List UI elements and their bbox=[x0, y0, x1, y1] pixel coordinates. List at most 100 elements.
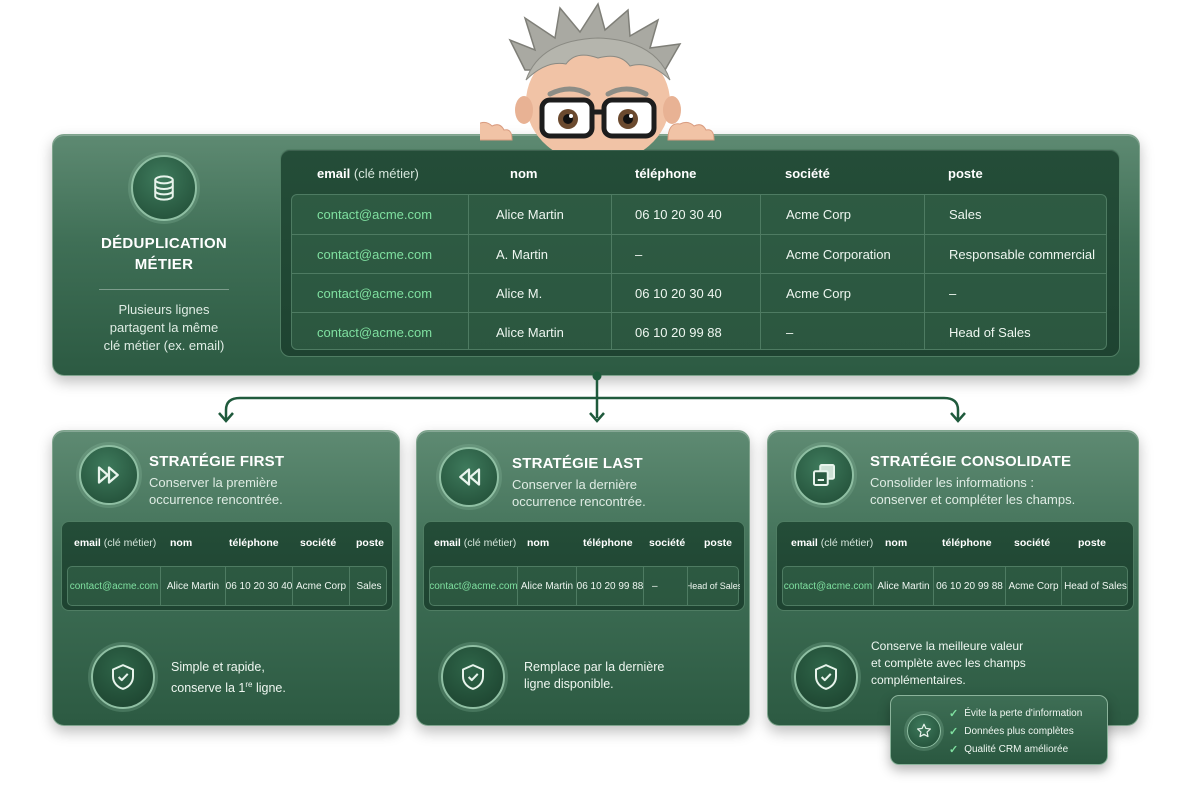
note-line: Remplace par la dernière bbox=[524, 660, 665, 674]
header-nom: nom bbox=[885, 537, 908, 549]
panel-title: DÉDUPLICATION MÉTIER bbox=[83, 233, 245, 275]
table-row: contact@acme.com A. Martin – Acme Corpor… bbox=[292, 234, 1106, 273]
table-row: contact@acme.com Alice Martin 06 10 20 3… bbox=[67, 566, 387, 606]
cell-telephone: 06 10 20 30 40 bbox=[611, 195, 760, 234]
header-societe: société bbox=[785, 166, 830, 181]
cell-email: contact@acme.com bbox=[317, 324, 433, 340]
note-text: ligne. bbox=[252, 681, 286, 696]
divider bbox=[99, 289, 229, 290]
strategy-last-card: STRATÉGIE LAST Conserver la dernière occ… bbox=[416, 430, 750, 726]
cell-societe: Acme Corporation bbox=[760, 235, 924, 273]
table-row: contact@acme.com Alice Martin 06 10 20 9… bbox=[782, 566, 1128, 606]
header-nom: nom bbox=[170, 537, 193, 549]
card-note: Remplace par la dernière ligne disponibl… bbox=[524, 659, 664, 693]
table-row: contact@acme.com Alice Martin 06 10 20 9… bbox=[292, 312, 1106, 349]
cell-telephone: – bbox=[611, 235, 760, 273]
cell-email: contact@acme.com bbox=[317, 246, 433, 262]
header-telephone: téléphone bbox=[635, 166, 697, 181]
header-poste: poste bbox=[356, 537, 385, 549]
star-icon bbox=[907, 714, 941, 748]
cell-email: contact@acme.com bbox=[317, 285, 433, 301]
note-line: complémentaires. bbox=[871, 673, 966, 687]
cell-email: contact@acme.com bbox=[783, 580, 873, 592]
cell-societe: – bbox=[760, 313, 924, 349]
header-email-label: email bbox=[791, 537, 818, 549]
cell-poste: Sales bbox=[924, 195, 1106, 234]
header-email: email (clé métier) bbox=[434, 537, 516, 549]
header-poste: poste bbox=[704, 537, 733, 549]
cell-poste: Responsable commercial bbox=[924, 235, 1106, 273]
result-table: email (clé métier) nom téléphone société… bbox=[61, 521, 393, 611]
cell-poste: Head of Sales bbox=[924, 313, 1106, 349]
table-body: contact@acme.com Alice Martin 06 10 20 3… bbox=[291, 194, 1107, 350]
cell-poste: – bbox=[924, 274, 1106, 312]
header-email: email (clé métier) bbox=[317, 166, 419, 181]
fast-forward-icon bbox=[79, 445, 139, 505]
title-line: MÉTIER bbox=[134, 256, 194, 273]
strategy-consolidate-card: STRATÉGIE CONSOLIDATE Consolider les inf… bbox=[767, 430, 1139, 726]
header-email-suffix: (clé métier) bbox=[463, 537, 517, 549]
description-line: clé métier (ex. email) bbox=[103, 338, 225, 353]
check-icon: ✓ bbox=[949, 726, 959, 738]
description-line: partagent la même bbox=[109, 320, 219, 335]
cell-telephone: 06 10 20 99 88 bbox=[933, 567, 1005, 605]
benefit-item: ✓ Données plus complètes bbox=[949, 725, 1074, 738]
cell-poste: Head of Sales bbox=[687, 567, 740, 605]
note-line: Conserve la meilleure valeur bbox=[871, 639, 1024, 653]
subtitle-line: Consolider les informations : bbox=[870, 475, 1035, 490]
database-icon bbox=[131, 155, 197, 221]
note-line: conserve la 1re ligne. bbox=[171, 676, 286, 697]
header-email: email (clé métier) bbox=[74, 537, 156, 549]
header-telephone: téléphone bbox=[229, 537, 279, 549]
header-email: email (clé métier) bbox=[791, 537, 873, 549]
cell-poste: Sales bbox=[349, 567, 388, 605]
header-societe: société bbox=[300, 537, 337, 549]
card-note: Simple et rapide, conserve la 1re ligne. bbox=[171, 659, 286, 697]
header-poste: poste bbox=[948, 166, 983, 181]
description-line: Plusieurs lignes bbox=[118, 302, 210, 317]
cell-telephone: 06 10 20 99 88 bbox=[611, 313, 760, 349]
card-title: STRATÉGIE FIRST bbox=[149, 453, 285, 470]
cell-nom: Alice Martin bbox=[160, 567, 225, 605]
table-row: contact@acme.com Alice Martin 06 10 20 9… bbox=[429, 566, 740, 606]
header-email-suffix: (clé métier) bbox=[353, 166, 419, 181]
strategy-first-card: STRATÉGIE FIRST Conserver la première oc… bbox=[52, 430, 400, 726]
cell-telephone: 06 10 20 99 88 bbox=[576, 567, 643, 605]
cell-nom: Alice Martin bbox=[468, 313, 611, 349]
title-line: DÉDUPLICATION bbox=[100, 235, 228, 252]
benefit-item: ✓ Qualité CRM améliorée bbox=[949, 743, 1068, 756]
cell-nom: Alice Martin bbox=[517, 567, 576, 605]
check-icon: ✓ bbox=[949, 708, 959, 720]
card-subtitle: Consolider les informations : conserver … bbox=[870, 474, 1075, 508]
note-line: ligne disponible. bbox=[524, 677, 614, 691]
note-line: et complète avec les champs bbox=[871, 656, 1026, 670]
header-email-label: email bbox=[317, 166, 351, 181]
cell-poste: Head of Sales bbox=[1061, 567, 1129, 605]
subtitle-line: Conserver la dernière bbox=[512, 477, 638, 492]
cell-societe: – bbox=[643, 567, 687, 605]
card-subtitle: Conserver la première occurrence rencont… bbox=[149, 474, 283, 508]
benefits-box: ✓ Évite la perte d'information ✓ Données p… bbox=[890, 695, 1108, 765]
merge-squares-icon bbox=[794, 445, 854, 505]
table-row: contact@acme.com Alice M. 06 10 20 30 40… bbox=[292, 273, 1106, 312]
shield-check-icon bbox=[91, 645, 155, 709]
card-subtitle: Conserver la dernière occurrence rencont… bbox=[512, 476, 646, 510]
cell-nom: Alice Martin bbox=[468, 195, 611, 234]
cell-societe: Acme Corp bbox=[760, 274, 924, 312]
header-email-label: email bbox=[74, 537, 101, 549]
cell-email: contact@acme.com bbox=[430, 580, 517, 592]
cell-societe: Acme Corp bbox=[292, 567, 349, 605]
check-icon: ✓ bbox=[949, 744, 959, 756]
benefit-item: ✓ Évite la perte d'information bbox=[949, 707, 1082, 720]
subtitle-line: Conserver la première bbox=[149, 475, 278, 490]
cell-nom: A. Martin bbox=[468, 235, 611, 273]
benefit-label: Qualité CRM améliorée bbox=[964, 744, 1069, 755]
header-poste: poste bbox=[1078, 537, 1107, 549]
deduplication-panel: DÉDUPLICATION MÉTIER Plusieurs lignes pa… bbox=[52, 134, 1140, 376]
note-line: Simple et rapide, bbox=[171, 660, 265, 674]
header-nom: nom bbox=[527, 537, 550, 549]
table-row: contact@acme.com Alice Martin 06 10 20 3… bbox=[292, 195, 1106, 234]
header-telephone: téléphone bbox=[942, 537, 992, 549]
subtitle-line: occurrence rencontrée. bbox=[512, 494, 646, 509]
benefit-label: Évite la perte d'information bbox=[964, 708, 1083, 719]
